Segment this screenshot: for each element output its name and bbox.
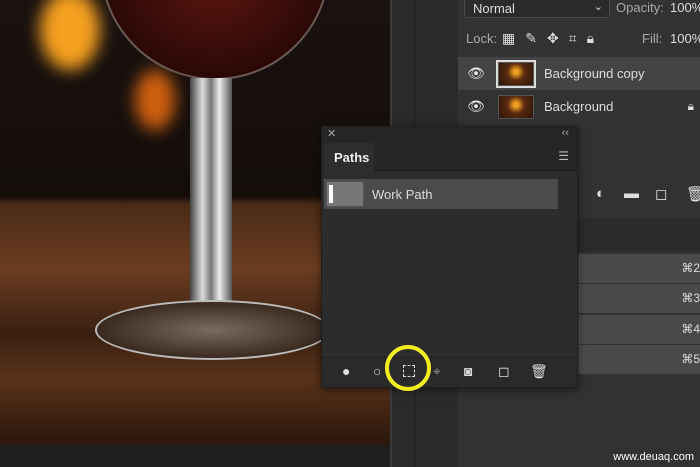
close-icon[interactable]: ✕ xyxy=(327,127,336,140)
fill-field[interactable]: 100% xyxy=(670,31,700,46)
channel-row[interactable]: ⌘5 xyxy=(568,345,700,375)
layer-thumbnail xyxy=(496,59,536,88)
channel-shortcut: ⌘2 xyxy=(681,261,700,275)
layer-row[interactable]: 👁︎ Background copy xyxy=(458,57,700,90)
channel-shortcut: ⌘4 xyxy=(681,322,700,336)
make-work-path-icon[interactable]: ⌖ xyxy=(433,363,441,380)
tab-paths[interactable]: Paths xyxy=(324,143,374,171)
lock-label: Lock: xyxy=(466,31,498,46)
channel-row[interactable]: ⌘4 xyxy=(568,315,700,345)
paths-panel: ✕ ‹‹ Paths ☰ Work Path ● ○ ⌖ ◙ ◻ 🗑︎ xyxy=(321,126,578,388)
eye-icon[interactable]: 👁︎ xyxy=(458,65,494,82)
new-path-icon[interactable]: ◻ xyxy=(498,363,510,380)
fire-glow xyxy=(40,0,100,70)
adjustment-layer-icon[interactable]: ◐ xyxy=(596,185,605,202)
lock-artboard-icon[interactable]: ⌗ xyxy=(569,30,577,47)
path-thumbnail xyxy=(326,181,364,207)
lock-brush-icon[interactable]: ✎ xyxy=(525,30,537,47)
highlight-circle xyxy=(385,345,431,391)
layer-row[interactable]: 👁︎ Background 🔒︎ xyxy=(458,90,700,123)
lock-move-icon[interactable]: ✥ xyxy=(547,30,559,47)
fire-glow xyxy=(135,70,175,130)
channel-row[interactable]: ⌘3 xyxy=(568,284,700,314)
layer-thumbnail xyxy=(498,94,534,119)
lock-all-icon[interactable]: 🔒︎ xyxy=(587,30,594,47)
layer-name: Background xyxy=(544,99,614,114)
lock-transparent-icon[interactable]: ▦ xyxy=(502,30,515,47)
status-bar xyxy=(0,445,390,467)
chevron-down-icon: ⌄ xyxy=(593,1,603,13)
opacity-field[interactable]: 100% xyxy=(670,0,700,15)
trash-icon[interactable]: 🗑︎ xyxy=(530,363,548,380)
opacity-label: Opacity: xyxy=(616,0,664,15)
lock-icon: 🔒︎ xyxy=(687,99,694,113)
channel-shortcut: ⌘3 xyxy=(681,291,700,305)
path-row[interactable]: Work Path xyxy=(324,179,558,209)
stroke-path-icon[interactable]: ○ xyxy=(373,363,381,379)
channel-row[interactable]: ⌘2 xyxy=(568,254,700,284)
path-name: Work Path xyxy=(372,186,433,202)
collapse-icon[interactable]: ‹‹ xyxy=(562,127,569,139)
add-mask-icon[interactable]: ◙ xyxy=(464,363,472,379)
channel-shortcut: ⌘5 xyxy=(681,352,700,366)
eye-icon[interactable]: 👁︎ xyxy=(458,98,494,115)
blend-mode-value: Normal xyxy=(473,1,515,16)
fill-label: Fill: xyxy=(642,31,663,46)
trash-icon[interactable]: 🗑︎ xyxy=(686,185,700,203)
paths-footer: ● ○ ⌖ ◙ ◻ 🗑︎ xyxy=(322,357,577,387)
wine-glass-bowl xyxy=(100,0,330,80)
folder-icon[interactable]: ▬ xyxy=(624,185,639,202)
wine-glass-stem xyxy=(190,78,232,318)
panel-menu-icon[interactable]: ☰ xyxy=(558,149,569,163)
blend-mode-select[interactable]: Normal ⌄ xyxy=(464,0,610,18)
wine-glass-foot xyxy=(95,300,330,360)
watermark: www.deuaq.com xyxy=(613,451,694,463)
new-layer-icon[interactable]: ◻ xyxy=(655,185,667,203)
layer-name: Background copy xyxy=(544,66,645,81)
fill-path-icon[interactable]: ● xyxy=(342,363,350,379)
